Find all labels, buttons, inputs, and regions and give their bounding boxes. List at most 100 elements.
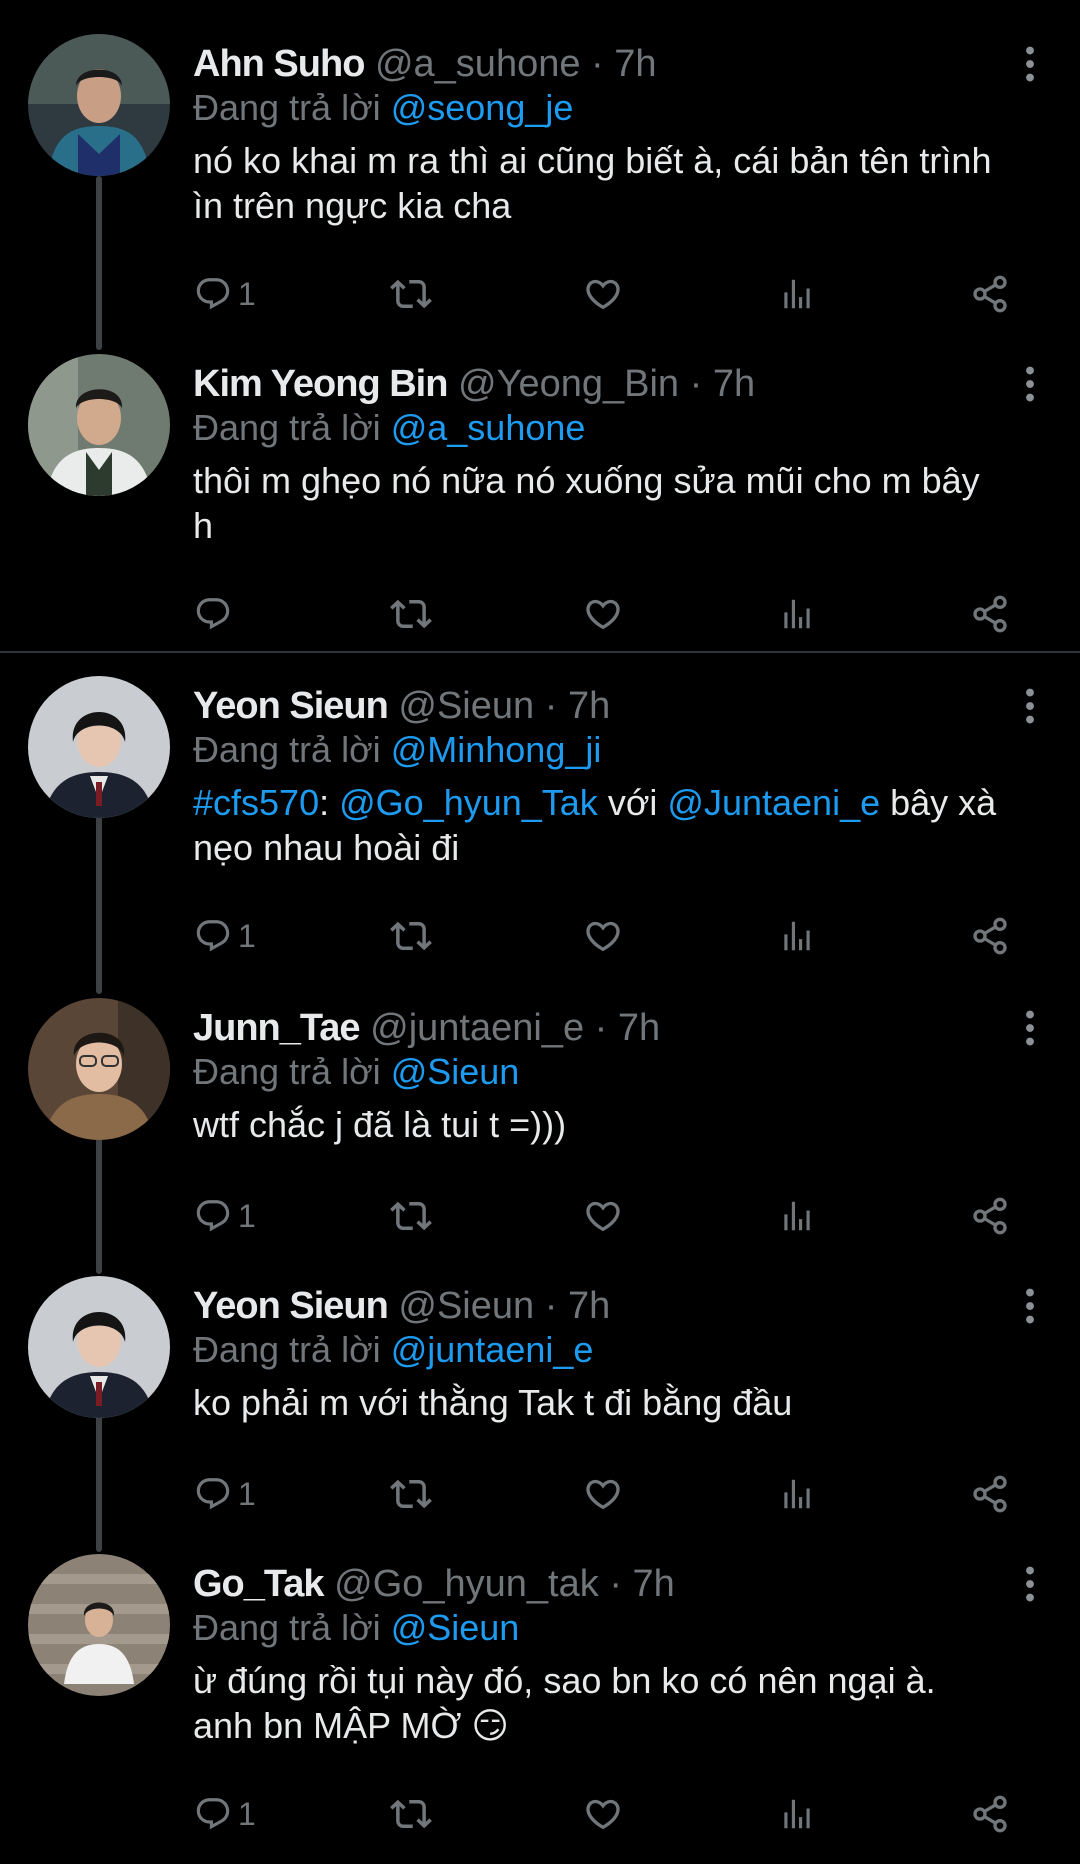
more-vertical-icon	[1025, 688, 1035, 724]
avatar[interactable]	[28, 1276, 170, 1418]
reply-button[interactable]: 1	[194, 1464, 256, 1524]
share-button[interactable]	[970, 906, 1010, 966]
reply-button[interactable]: 1	[194, 1784, 256, 1844]
replying-to-label: Đang trả lời	[193, 729, 381, 770]
user-handle[interactable]: @Sieun	[398, 1285, 534, 1327]
reply-button[interactable]: 1	[194, 264, 256, 324]
replying-to-mention[interactable]: @Minhong_ji	[391, 729, 602, 770]
mention-link[interactable]: @Go_hyun_Tak	[339, 782, 598, 823]
tweet-actions: 1	[0, 1464, 1080, 1524]
avatar[interactable]	[28, 354, 170, 496]
share-icon	[970, 274, 1010, 314]
tweet-text: #cfs570: @Go_hyun_Tak với @Juntaeni_e bâ…	[193, 780, 1053, 870]
views-button[interactable]	[778, 1464, 816, 1524]
text-fragment: bây xà	[880, 782, 997, 823]
replying-to: Đang trả lời @Sieun	[193, 1046, 519, 1098]
share-button[interactable]	[970, 1784, 1010, 1844]
share-button[interactable]	[970, 1464, 1010, 1524]
user-handle[interactable]: @Yeong_Bin	[458, 363, 679, 405]
retweet-button[interactable]	[390, 1464, 432, 1524]
display-name[interactable]: Yeon Sieun	[193, 1285, 389, 1327]
share-button[interactable]	[970, 264, 1010, 324]
like-button[interactable]	[583, 1784, 623, 1844]
user-handle[interactable]: @juntaeni_e	[370, 1007, 584, 1049]
user-handle[interactable]: @a_suhone	[375, 43, 581, 85]
text-fragment: :	[319, 782, 340, 823]
timestamp[interactable]: 7h	[713, 363, 755, 405]
share-icon	[970, 1196, 1010, 1236]
heart-icon	[583, 916, 623, 956]
more-options-button[interactable]	[1010, 40, 1050, 88]
more-vertical-icon	[1025, 1010, 1035, 1046]
like-button[interactable]	[583, 1186, 623, 1246]
retweet-button[interactable]	[390, 584, 432, 644]
display-name[interactable]: Ahn Suho	[193, 43, 365, 85]
display-name[interactable]: Yeon Sieun	[193, 685, 389, 727]
views-icon	[778, 1197, 816, 1235]
text-fragment: với	[597, 782, 668, 823]
like-button[interactable]	[583, 906, 623, 966]
tweet-text-line: ìn trên ngực kia cha	[193, 185, 512, 226]
share-icon	[970, 916, 1010, 956]
retweet-button[interactable]	[390, 1186, 432, 1246]
retweet-icon	[390, 593, 432, 635]
timestamp[interactable]: 7h	[568, 685, 610, 727]
more-vertical-icon	[1025, 46, 1035, 82]
tweet-text-line: thôi m ghẹo nó nữa nó xuống sửa mũi cho …	[193, 460, 980, 501]
user-handle[interactable]: @Go_hyun_tak	[334, 1563, 599, 1605]
replying-to-label: Đang trả lời	[193, 1607, 381, 1648]
like-button[interactable]	[583, 584, 623, 644]
like-button[interactable]	[583, 264, 623, 324]
views-icon	[778, 275, 816, 313]
views-button[interactable]	[778, 1186, 816, 1246]
more-options-button[interactable]	[1010, 1282, 1050, 1330]
avatar[interactable]	[28, 998, 170, 1140]
reply-thread-feed: Ahn Suho @a_suhone · 7h Đang trả lời @se…	[0, 0, 1080, 1864]
thread-connector-line	[96, 816, 102, 994]
user-handle[interactable]: @Sieun	[398, 685, 534, 727]
timestamp[interactable]: 7h	[618, 1007, 660, 1049]
heart-icon	[583, 274, 623, 314]
more-options-button[interactable]	[1010, 682, 1050, 730]
more-options-button[interactable]	[1010, 1560, 1050, 1608]
retweet-button[interactable]	[390, 264, 432, 324]
display-name[interactable]: Go_Tak	[193, 1563, 325, 1605]
timestamp[interactable]: 7h	[568, 1285, 610, 1327]
like-button[interactable]	[583, 1464, 623, 1524]
reply-button[interactable]: 1	[194, 1186, 256, 1246]
views-button[interactable]	[778, 584, 816, 644]
replying-to-mention[interactable]: @Sieun	[391, 1051, 520, 1092]
replying-to-mention[interactable]: @Sieun	[391, 1607, 520, 1648]
mention-link[interactable]: @Juntaeni_e	[667, 782, 880, 823]
share-button[interactable]	[970, 584, 1010, 644]
reply-count: 1	[238, 1476, 256, 1512]
heart-icon	[583, 1474, 623, 1514]
display-name[interactable]: Kim Yeong Bin	[193, 363, 448, 405]
views-button[interactable]	[778, 906, 816, 966]
timestamp[interactable]: 7h	[614, 43, 656, 85]
avatar[interactable]	[28, 1554, 170, 1696]
views-button[interactable]	[778, 264, 816, 324]
views-button[interactable]	[778, 1784, 816, 1844]
separator-dot: ·	[689, 363, 703, 405]
retweet-button[interactable]	[390, 1784, 432, 1844]
separator-dot: ·	[544, 685, 558, 727]
avatar[interactable]	[28, 34, 170, 176]
avatar[interactable]	[28, 676, 170, 818]
share-button[interactable]	[970, 1186, 1010, 1246]
retweet-button[interactable]	[390, 906, 432, 966]
tweet-text: ừ đúng rồi tụi này đó, sao bn ko có nên …	[193, 1658, 1053, 1748]
more-options-button[interactable]	[1010, 1004, 1050, 1052]
more-options-button[interactable]	[1010, 360, 1050, 408]
reply-button[interactable]	[194, 584, 232, 644]
views-icon	[778, 1795, 816, 1833]
replying-to-mention[interactable]: @seong_je	[391, 87, 574, 128]
reply-count: 1	[238, 1796, 256, 1832]
reply-icon	[194, 1795, 232, 1833]
replying-to-mention[interactable]: @juntaeni_e	[391, 1329, 594, 1370]
reply-button[interactable]: 1	[194, 906, 256, 966]
replying-to-mention[interactable]: @a_suhone	[391, 407, 586, 448]
timestamp[interactable]: 7h	[633, 1563, 675, 1605]
hashtag-link[interactable]: #cfs570	[193, 782, 319, 823]
display-name[interactable]: Junn_Tae	[193, 1007, 361, 1049]
